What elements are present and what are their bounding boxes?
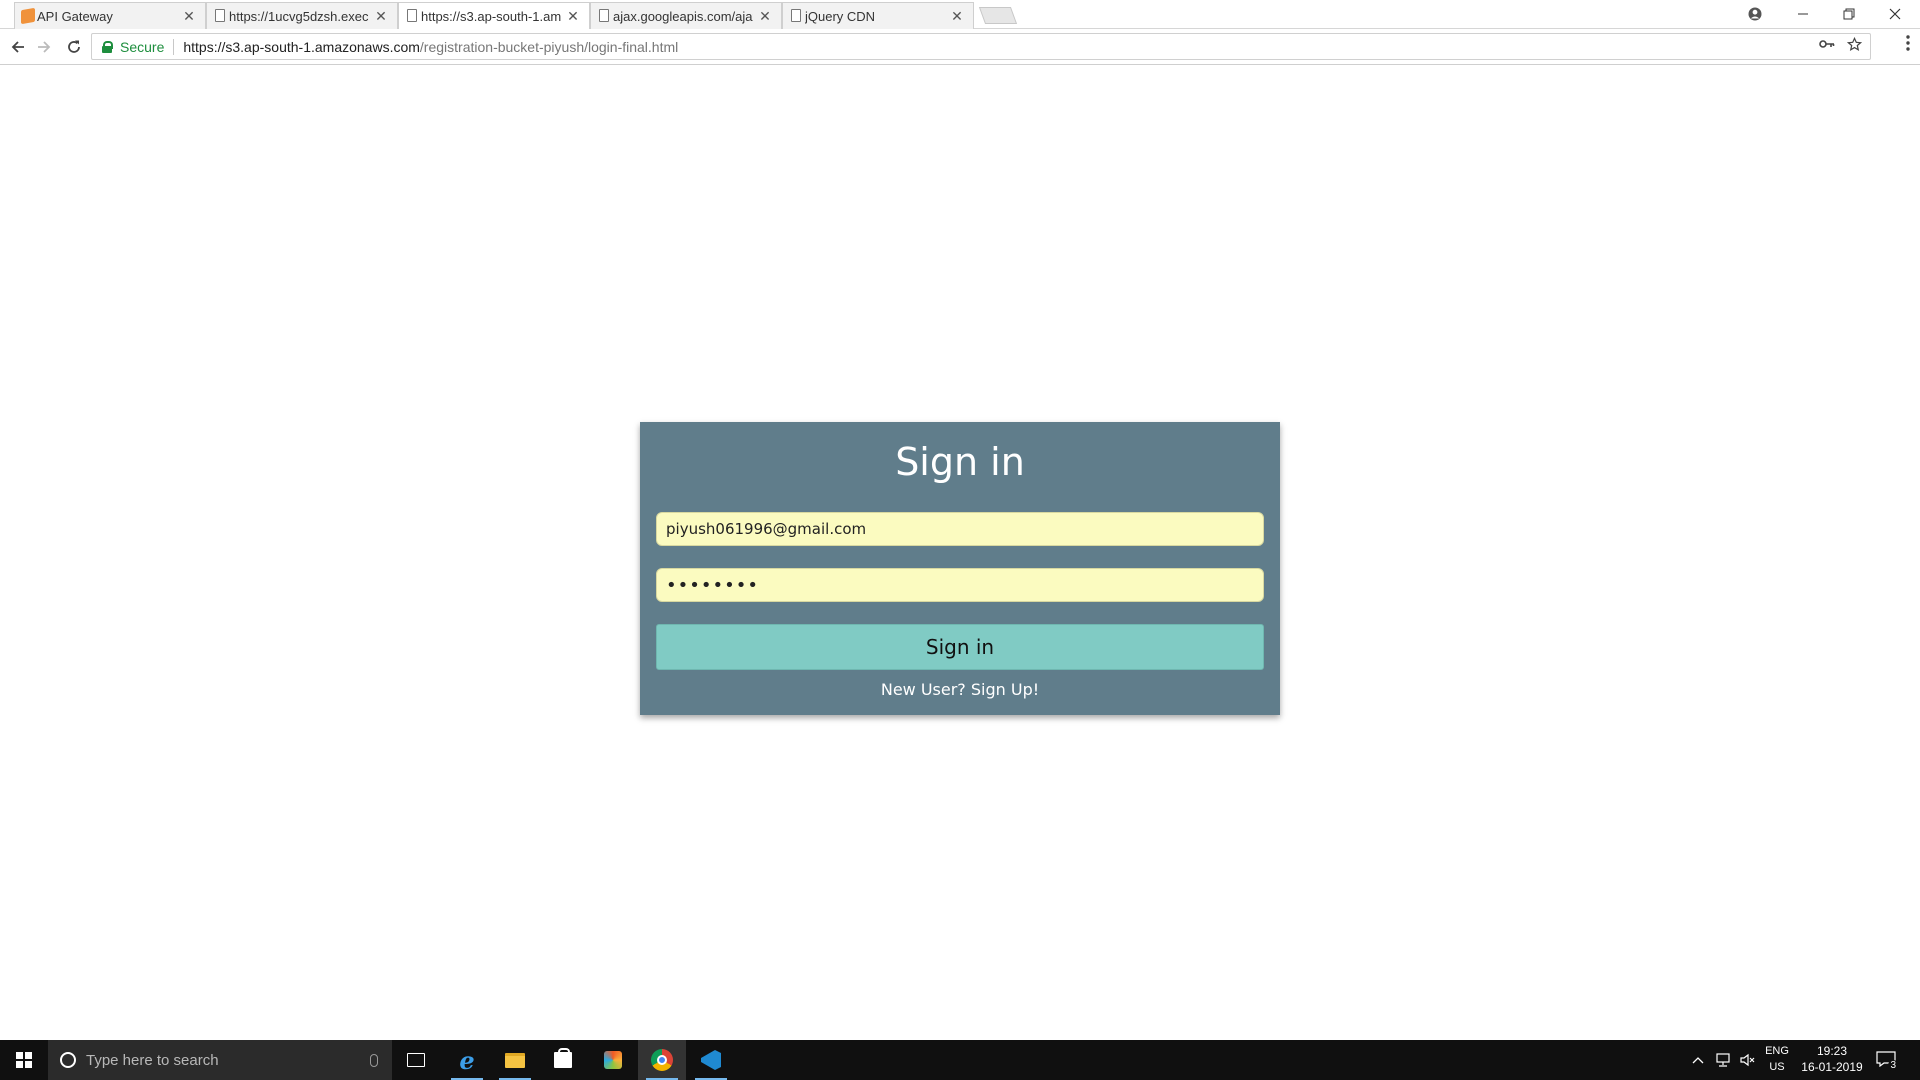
- tray-chevron-icon[interactable]: [1692, 1040, 1704, 1080]
- tab-api-gateway[interactable]: API Gateway ✕: [14, 2, 206, 29]
- microphone-icon[interactable]: [370, 1053, 378, 1067]
- task-view-button[interactable]: [392, 1040, 440, 1080]
- document-icon: [599, 9, 609, 22]
- folder-icon: [505, 1052, 525, 1068]
- key-icon[interactable]: [1819, 37, 1835, 56]
- tab-ajax-googleapis[interactable]: ajax.googleapis.com/ajax ✕: [590, 2, 782, 29]
- clock[interactable]: 19:23 16-01-2019: [1797, 1043, 1867, 1075]
- taskbar-file-explorer[interactable]: [491, 1040, 539, 1080]
- url-path: /registration-bucket-piyush/login-final.…: [419, 38, 679, 55]
- taskbar: Type here to search e ENG US 19:23 16-01…: [0, 1040, 1920, 1080]
- forward-arrow-icon[interactable]: [32, 35, 56, 59]
- search-placeholder: Type here to search: [86, 1051, 219, 1069]
- taskbar-vscode[interactable]: [687, 1040, 735, 1080]
- new-tab-button[interactable]: [978, 7, 1018, 24]
- taskbar-chrome[interactable]: [638, 1040, 686, 1080]
- close-icon[interactable]: ✕: [565, 8, 581, 24]
- clock-date: 16-01-2019: [1801, 1060, 1863, 1074]
- document-icon: [407, 9, 417, 22]
- tab-s3-login[interactable]: https://s3.ap-south-1.am ✕: [398, 2, 590, 29]
- windows-logo-icon: [16, 1052, 32, 1068]
- document-icon: [215, 9, 225, 22]
- close-window-icon[interactable]: [1872, 0, 1918, 28]
- close-icon[interactable]: ✕: [949, 8, 965, 24]
- star-icon[interactable]: [1846, 36, 1863, 56]
- paint-icon: [604, 1051, 622, 1069]
- close-icon[interactable]: ✕: [373, 8, 389, 24]
- menu-kebab-icon[interactable]: [1906, 35, 1910, 56]
- browser-toolbar: Secure https://s3.ap-south-1.amazonaws.c…: [0, 29, 1920, 65]
- network-icon[interactable]: [1715, 1040, 1731, 1080]
- start-button[interactable]: [0, 1040, 48, 1080]
- taskbar-store[interactable]: [539, 1040, 587, 1080]
- sign-up-link[interactable]: New User? Sign Up!: [640, 680, 1280, 699]
- task-view-icon: [407, 1053, 425, 1067]
- close-icon[interactable]: ✕: [757, 8, 773, 24]
- language-code: ENG: [1765, 1045, 1789, 1057]
- chrome-icon: [651, 1049, 673, 1071]
- keyboard-layout: US: [1769, 1061, 1785, 1073]
- page-title: Sign in: [895, 440, 1025, 484]
- volume-muted-icon[interactable]: [1740, 1040, 1756, 1080]
- profile-icon[interactable]: [1732, 0, 1778, 28]
- reload-icon[interactable]: [62, 35, 86, 59]
- sign-in-button[interactable]: Sign in: [656, 624, 1264, 670]
- edge-icon: e: [459, 1045, 475, 1075]
- cortana-icon: [60, 1052, 76, 1068]
- tab-jquery-cdn[interactable]: jQuery CDN ✕: [782, 2, 974, 29]
- restore-icon[interactable]: [1826, 0, 1872, 28]
- clock-time: 19:23: [1816, 1044, 1848, 1058]
- close-icon[interactable]: ✕: [181, 8, 197, 24]
- tab-label: https://1ucvg5dzsh.execu: [229, 8, 369, 24]
- action-center-button[interactable]: 3: [1876, 1040, 1898, 1080]
- tab-strip: API Gateway ✕ https://1ucvg5dzsh.execu ✕…: [0, 0, 1920, 29]
- tab-label: ajax.googleapis.com/ajax: [613, 8, 753, 24]
- back-arrow-icon[interactable]: [6, 35, 30, 59]
- minimize-icon[interactable]: [1780, 0, 1826, 28]
- tab-label: jQuery CDN: [805, 8, 876, 24]
- tab-label: https://s3.ap-south-1.am: [421, 8, 561, 24]
- tab-execute-api[interactable]: https://1ucvg5dzsh.execu ✕: [206, 2, 398, 29]
- taskbar-paint[interactable]: [589, 1040, 637, 1080]
- aws-icon: [21, 7, 35, 25]
- secure-label: Secure: [120, 38, 175, 55]
- url-host: https://s3.ap-south-1.amazonaws.com: [183, 38, 420, 55]
- password-field[interactable]: [656, 568, 1264, 602]
- vscode-icon: [701, 1050, 721, 1070]
- taskbar-edge[interactable]: e: [443, 1040, 491, 1080]
- signin-card: Sign in Sign in New User? Sign Up!: [640, 422, 1280, 715]
- document-icon: [791, 9, 801, 22]
- email-field[interactable]: [656, 512, 1264, 546]
- store-icon: [554, 1048, 572, 1068]
- notification-icon: 3: [1876, 1051, 1898, 1071]
- language-indicator[interactable]: ENG US: [1762, 1043, 1792, 1075]
- taskbar-search-box[interactable]: Type here to search: [48, 1040, 392, 1080]
- lock-icon: [102, 40, 113, 53]
- notification-count: 3: [1888, 1060, 1898, 1071]
- url-text[interactable]: https://s3.ap-south-1.amazonaws.com/regi…: [183, 39, 678, 55]
- tab-label: API Gateway: [37, 8, 113, 24]
- address-bar[interactable]: Secure https://s3.ap-south-1.amazonaws.c…: [91, 33, 1871, 60]
